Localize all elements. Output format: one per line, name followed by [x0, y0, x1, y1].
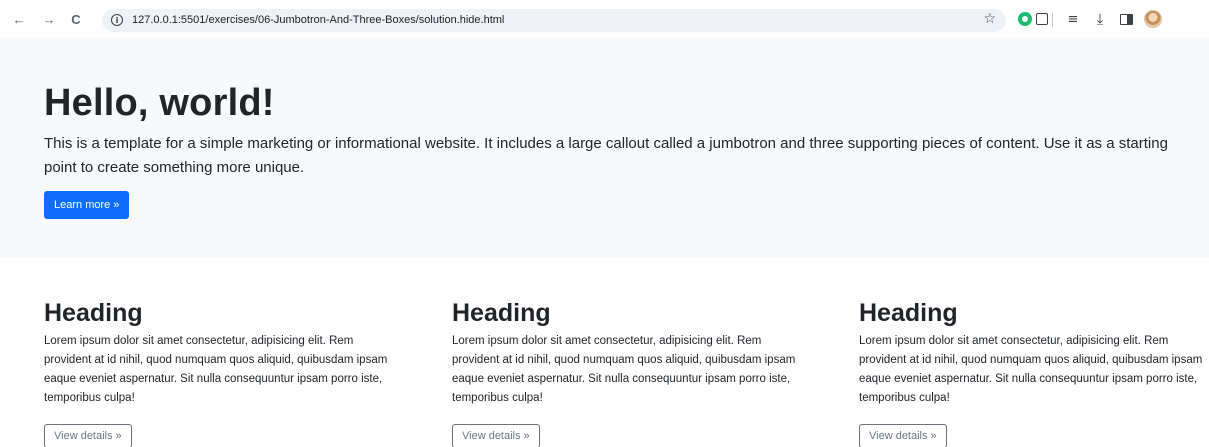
view-details-button[interactable]: View details » [44, 424, 132, 447]
side-panel-icon[interactable] [1116, 9, 1136, 29]
learn-more-button[interactable]: Learn more » [44, 191, 130, 219]
box-heading: Heading [859, 299, 958, 327]
box-heading: Heading [44, 299, 143, 327]
view-details-button[interactable]: View details » [452, 424, 540, 447]
box-text: Lorem ipsum dolor sit amet consectetur, … [859, 335, 1203, 404]
content-box-2: Heading Lorem ipsum dolor sit amet conse… [452, 298, 797, 447]
browser-toolbar: ← → C i 127.0.0.1:5501/exercises/06-Jumb… [0, 0, 1209, 38]
content-box-1: Heading Lorem ipsum dolor sit amet conse… [44, 298, 389, 447]
url-text[interactable]: 127.0.0.1:5501/exercises/06-Jumbotron-An… [132, 14, 504, 26]
box-text: Lorem ipsum dolor sit amet consectetur, … [44, 335, 388, 404]
reading-list-icon[interactable]: ≡ [1063, 9, 1083, 29]
profile-avatar[interactable] [1143, 9, 1163, 29]
toolbar-divider [1052, 13, 1053, 27]
jumbotron-title: Hello, world! [44, 82, 275, 124]
box-text: Lorem ipsum dolor sit amet consectetur, … [452, 335, 796, 404]
download-icon[interactable]: ⤓ [1090, 9, 1110, 29]
box-heading: Heading [452, 299, 551, 327]
address-bar[interactable]: i 127.0.0.1:5501/exercises/06-Jumbotron-… [102, 9, 1006, 32]
forward-arrow-icon[interactable]: → [40, 10, 58, 28]
extensions-puzzle-icon[interactable] [1032, 9, 1052, 29]
back-arrow-icon[interactable]: ← [10, 10, 28, 28]
view-details-button[interactable]: View details » [859, 424, 947, 447]
site-info-icon[interactable]: i [111, 14, 123, 26]
content-box-3: Heading Lorem ipsum dolor sit amet conse… [859, 298, 1204, 447]
jumbotron-lead: This is a template for a simple marketin… [44, 135, 1168, 176]
reload-icon[interactable]: C [67, 10, 85, 28]
jumbotron: Hello, world! This is a template for a s… [0, 38, 1209, 257]
bookmark-star-icon[interactable]: ☆ [983, 11, 996, 27]
